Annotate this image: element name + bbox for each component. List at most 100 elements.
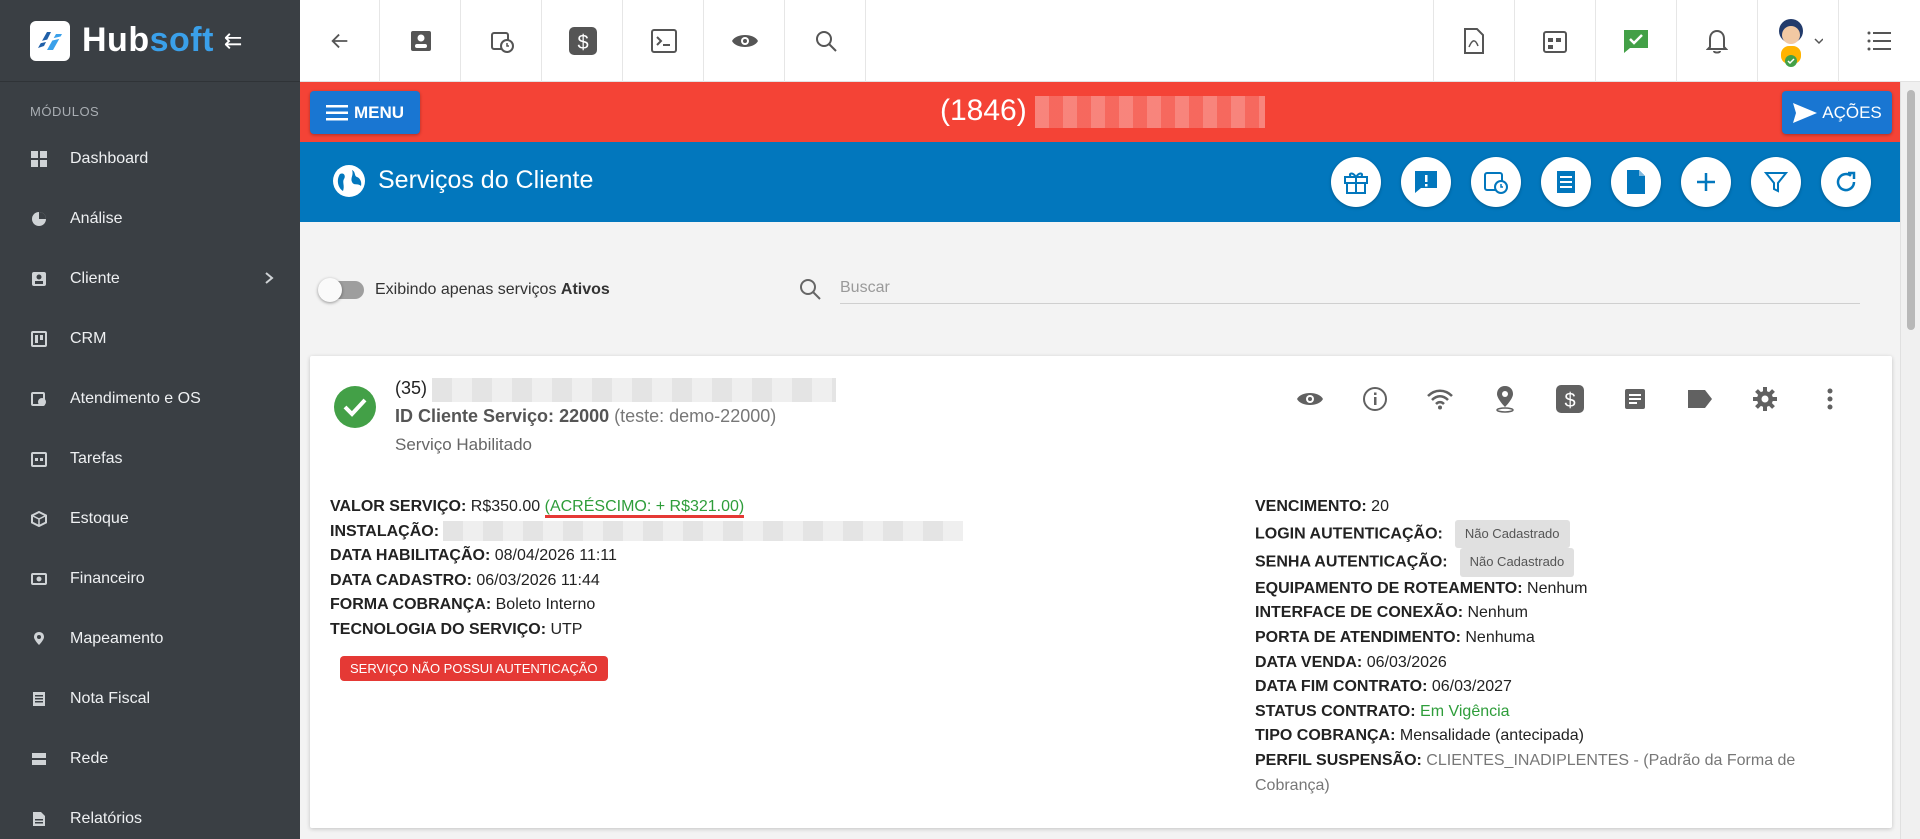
service-details-right: VENCIMENTO: 20 LOGIN AUTENTICAÇÃO: Não Ca… (1255, 495, 1855, 798)
perfil-suspensao-label: PERFIL SUSPENSÃO: (1255, 751, 1422, 769)
notes-button[interactable] (1602, 382, 1667, 416)
settings-button[interactable] (1732, 382, 1797, 416)
actions-button[interactable]: AÇÕES (1782, 91, 1892, 134)
sidebar-item-tarefas[interactable]: Tarefas (0, 429, 300, 489)
detail-habilitacao: DATA HABILITAÇÃO: 08/04/2026 11:11 (330, 544, 963, 569)
send-icon (1793, 102, 1818, 123)
filter-button[interactable] (1751, 157, 1801, 207)
money-icon (30, 570, 48, 588)
sidebar-item-analise[interactable]: Análise (0, 189, 300, 249)
gift-button[interactable] (1331, 157, 1381, 207)
search-input[interactable] (840, 272, 1860, 304)
client-card-button[interactable] (381, 0, 461, 82)
menu-button-label: MENU (353, 102, 405, 122)
service-id-note: (teste: demo-22000) (614, 406, 777, 426)
sidebar-item-label: Financeiro (70, 570, 145, 587)
financial-button[interactable]: $ (543, 0, 623, 82)
schedule-service-button[interactable] (1471, 157, 1521, 207)
refresh-button[interactable] (1821, 157, 1871, 207)
page-title: Serviços do Cliente (378, 166, 594, 194)
sidebar-item-label: Tarefas (70, 450, 123, 467)
add-service-button[interactable] (1681, 157, 1731, 207)
detail-status-contrato: STATUS CONTRATO: Em Vigência (1255, 700, 1855, 725)
data-venda-label: DATA VENDA: (1255, 653, 1363, 671)
chat-button[interactable] (1595, 0, 1675, 82)
tecnologia-label: TECNOLOGIA DO SERVIÇO: (330, 620, 547, 638)
search-icon (815, 31, 837, 52)
detail-cadastro: DATA CADASTRO: 06/03/2026 11:44 (330, 569, 963, 594)
detail-valor: VALOR SERVIÇO: R$350.00 (ACRÉSCIMO: + R$… (330, 495, 963, 520)
scrollbar-thumb[interactable] (1907, 90, 1915, 330)
sidebar-item-cliente[interactable]: Cliente (0, 249, 300, 309)
sidebar-item-label: Atendimento e OS (70, 390, 201, 407)
back-button[interactable] (300, 0, 380, 82)
active-services-toggle[interactable] (318, 278, 364, 302)
porta-value: Nenhuma (1465, 628, 1535, 646)
eye-icon (731, 35, 758, 47)
user-menu-button[interactable] (1757, 0, 1837, 82)
map-pin-icon (30, 630, 48, 648)
more-options-button[interactable] (1797, 382, 1862, 416)
perfil-suspensao-note-cont: Cobrança) (1255, 776, 1330, 794)
view-service-button[interactable] (1277, 382, 1342, 416)
brand: Hubsoft ⇇ (0, 0, 300, 82)
service-code: (35) (395, 378, 428, 398)
check-circle-icon (334, 386, 376, 428)
service-status: Serviço Habilitado (395, 435, 533, 454)
contact-card-icon (30, 270, 48, 288)
sidebar-item-financeiro[interactable]: Financeiro (0, 549, 300, 609)
collapse-sidebar-icon[interactable]: ⇇ (224, 28, 242, 54)
search-button[interactable] (786, 0, 866, 82)
sidebar-item-label: Estoque (70, 510, 129, 527)
sidebar-item-atendimento[interactable]: Atendimento e OS (0, 369, 300, 429)
page-scrollbar[interactable] (1900, 82, 1920, 839)
chevron-right-icon (264, 271, 274, 290)
sidebar-item-dashboard[interactable]: Dashboard (0, 129, 300, 189)
sidebar-item-label: CRM (70, 330, 107, 347)
toggle-label-text: Exibindo apenas serviços (375, 281, 557, 298)
calendar-grid-icon (1542, 31, 1567, 53)
detail-login: LOGIN AUTENTICAÇÃO: Não Cadastrado (1255, 519, 1855, 549)
sidebar-item-label: Relatórios (70, 810, 143, 827)
terminal-button[interactable] (624, 0, 704, 82)
tag-button[interactable] (1667, 382, 1732, 416)
svg-text:$: $ (577, 32, 588, 54)
client-code: (1846) (940, 94, 1266, 129)
fim-contrato-value: 06/03/2027 (1431, 678, 1512, 696)
view-button[interactable] (705, 0, 785, 82)
porta-label: PORTA DE ATENDIMENTO: (1255, 628, 1461, 646)
list-menu-button[interactable] (1838, 0, 1918, 82)
pdf-button[interactable] (1433, 0, 1513, 82)
document-button[interactable] (1611, 157, 1661, 207)
sidebar-item-crm[interactable]: CRM (0, 309, 300, 369)
info-button[interactable] (1342, 382, 1407, 416)
service-id-value: 22000 (559, 406, 610, 426)
sidebar-item-mapeamento[interactable]: Mapeamento (0, 609, 300, 669)
server-icon (30, 750, 48, 768)
refresh-icon (1836, 171, 1856, 192)
schedule-button[interactable] (462, 0, 542, 82)
menu-button[interactable]: MENU (310, 91, 420, 134)
chat-check-icon (1623, 30, 1648, 53)
sidebar-item-estoque[interactable]: Estoque (0, 489, 300, 549)
location-button[interactable] (1472, 382, 1537, 416)
detail-tecnologia: TECNOLOGIA DO SERVIÇO: UTP (330, 618, 963, 643)
globe-icon (333, 165, 365, 197)
alert-message-button[interactable] (1401, 157, 1451, 207)
sidebar-item-nota-fiscal[interactable]: Nota Fiscal (0, 669, 300, 729)
notifications-button[interactable] (1676, 0, 1756, 82)
package-icon (30, 510, 48, 528)
connection-button[interactable] (1407, 382, 1472, 416)
toggle-label-bold: Ativos (560, 281, 610, 298)
filter-icon (1764, 172, 1788, 193)
detail-instalacao: INSTALAÇÃO: (330, 520, 964, 545)
detail-equipamento: EQUIPAMENTO DE ROTEAMENTO: Nenhum (1255, 577, 1855, 602)
sidebar-item-rede[interactable]: Rede (0, 729, 300, 789)
arrow-left-icon (330, 33, 347, 49)
agenda-button[interactable] (1514, 0, 1594, 82)
note-icon (1624, 389, 1645, 409)
sidebar-item-relatorios[interactable]: Relatórios (0, 789, 300, 839)
perfil-suspensao-value: CLIENTES_INADIPLENTES (1426, 751, 1630, 769)
invoice-button[interactable] (1541, 157, 1591, 207)
billing-button[interactable]: $ (1537, 382, 1602, 416)
